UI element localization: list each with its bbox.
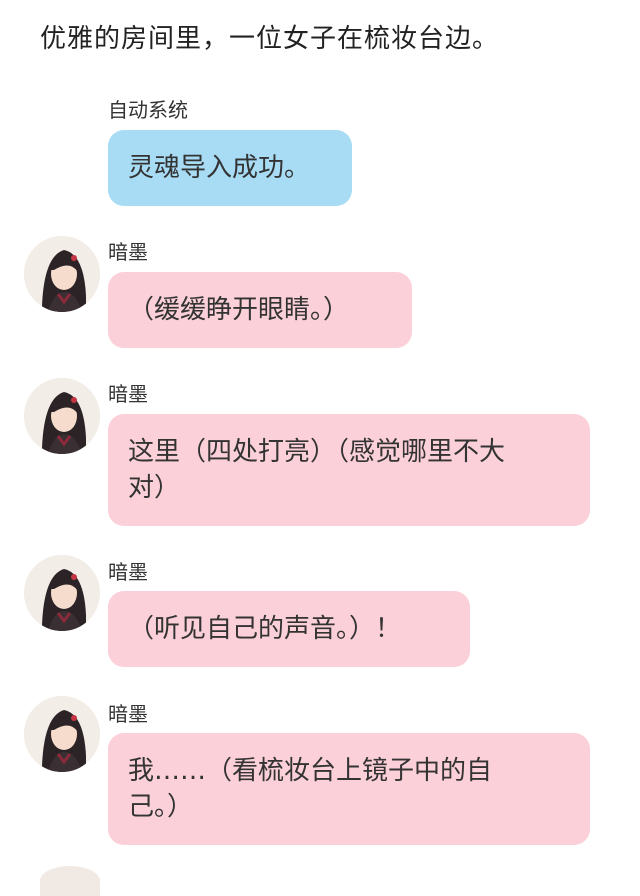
message-bubble[interactable]: （听见自己的声音。）！ xyxy=(108,591,470,667)
message-bubble[interactable]: （缓缓睁开眼睛。） xyxy=(108,272,412,348)
girl-portrait-avatar[interactable] xyxy=(24,555,100,631)
partial-avatar xyxy=(40,866,100,896)
message-bubble[interactable]: 灵魂导入成功。 xyxy=(108,130,352,206)
message-text-line: 这里（四处打亮）（感觉哪里不大 xyxy=(128,437,506,467)
message-text-line: 我……（看梳妆台上镜子中的自 xyxy=(128,756,493,786)
message-text: （缓缓睁开眼睛。） xyxy=(128,295,350,325)
message-text: 灵魂导入成功。 xyxy=(128,153,311,183)
girl-portrait-avatar[interactable] xyxy=(24,378,100,454)
sender-name: 暗墨 xyxy=(108,702,148,726)
girl-portrait-avatar[interactable] xyxy=(24,236,100,312)
message-text: （听见自己的声音。）！ xyxy=(128,614,402,644)
sender-name: 暗墨 xyxy=(108,382,148,406)
narration-text: 优雅的房间里，一位女子在梳妆台边。 xyxy=(40,24,500,54)
message-bubble[interactable]: 我……（看梳妆台上镜子中的自 己。） xyxy=(108,733,590,845)
sender-name: 自动系统 xyxy=(108,98,188,122)
girl-portrait-avatar[interactable] xyxy=(24,696,100,772)
message-text-line: 对） xyxy=(128,473,181,503)
sender-name: 暗墨 xyxy=(108,560,148,584)
message-text-line: 己。） xyxy=(128,792,194,822)
message-bubble[interactable]: 这里（四处打亮）（感觉哪里不大 对） xyxy=(108,414,590,526)
sender-name: 暗墨 xyxy=(108,240,148,264)
